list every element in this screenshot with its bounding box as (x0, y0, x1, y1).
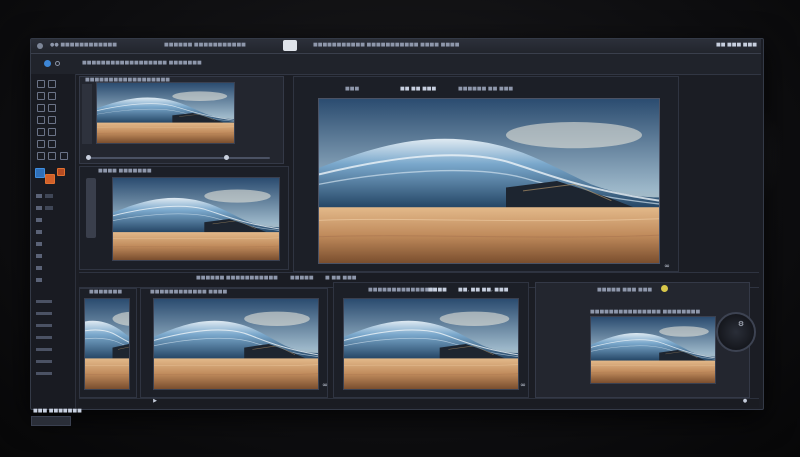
bottom-header-3: ■■■■■■■■■■■■■■ (368, 287, 435, 293)
bottom-panel-4-badge[interactable] (661, 285, 668, 292)
bottom-thumb-2-link-icon[interactable]: ∞ (320, 381, 330, 389)
bottom-header-1: ■■■■■■■ (89, 289, 123, 295)
tool-crop-icon[interactable] (48, 92, 56, 100)
window-title-center: ■■■■■■ ■■■■■■■■■■■ (164, 42, 246, 48)
bottom-header-2: ■■■■■■■■■■■■ ■■■■ (150, 289, 228, 295)
viewer-label-1: ■■■ (345, 86, 360, 92)
viewer-status: ■ ■■ ■■■ (325, 275, 357, 281)
top-left-slider-knob[interactable] (86, 155, 91, 160)
bottom-thumb-3[interactable] (343, 298, 519, 390)
tool-shape-icon[interactable] (48, 116, 56, 124)
tool-brush-icon[interactable] (37, 104, 45, 112)
mid-left-preview-image[interactable] (112, 177, 280, 261)
blue-dot-icon[interactable] (44, 60, 51, 67)
app-logo-icon (37, 43, 43, 49)
palette-rows (33, 190, 73, 400)
status-dot-icon[interactable]: ● (740, 397, 750, 405)
dial-knob[interactable] (716, 312, 756, 352)
viewer-label-2: ■■ ■■ ■■■ (400, 86, 437, 92)
bottom-header-3c: ■■, ■■ ■■, ■■■ (458, 287, 509, 293)
top-left-slider-knob-2[interactable] (224, 155, 229, 160)
tool-background-color[interactable] (45, 174, 55, 184)
status-bar (79, 398, 759, 407)
tool-foreground-color[interactable] (35, 168, 45, 178)
bottom-thumb-1[interactable] (84, 298, 130, 390)
bottom-header-5: ■■■■■■■■■■■■■■■ ■■■■■■■■ (590, 309, 701, 315)
window-title-toggle[interactable] (283, 40, 297, 51)
window-title-right: ■■■■■■■■■■■ ■■■■■■■■■■■ ■■■■ ■■■■ (313, 42, 460, 48)
tool-pen-icon[interactable] (37, 128, 45, 136)
tool-hand-icon[interactable] (37, 140, 45, 148)
timeline-label-2: ■■■■■ (290, 275, 314, 281)
bottom-thumb-2[interactable] (153, 298, 319, 390)
timeline-label-1: ■■■■■■ ■■■■■■■■■■■ (196, 275, 278, 281)
palette-footer: ■■■ ■■■■■■■ (33, 408, 82, 414)
menu-dot-icon[interactable] (55, 61, 60, 66)
main-viewer-image[interactable] (318, 98, 660, 264)
tool-text-icon[interactable] (37, 116, 45, 124)
top-left-slider[interactable] (90, 157, 270, 159)
mid-left-panel-header: ■■■■ ■■■■■■■ (98, 168, 152, 174)
tool-eyedropper-icon[interactable] (48, 140, 56, 148)
bottom-header-3b: ■■■■ (428, 287, 447, 293)
tool-clone-icon[interactable] (48, 152, 56, 160)
top-left-preview-image[interactable] (96, 82, 235, 144)
menu-left-label[interactable]: ■■■■■■■■■■■■■■■■■■ ■■■■■■■ (82, 60, 202, 67)
viewer-label-3: ■■■■■■ ■■ ■■■ (458, 86, 514, 92)
window-title-left: ●● ■■■■■■■■■■■■ (50, 42, 118, 48)
tool-select-icon[interactable] (37, 80, 45, 88)
tool-lasso-icon[interactable] (37, 92, 45, 100)
bottom-thumb-3-link-icon[interactable]: ∞ (518, 381, 528, 389)
tool-zoom-icon[interactable] (48, 128, 56, 136)
top-left-side-bar (82, 84, 92, 144)
tool-eraser-icon[interactable] (48, 104, 56, 112)
mid-left-vertical-bar[interactable] (86, 178, 96, 238)
palette-footer-bar (31, 416, 71, 426)
dial-gear-icon: ⚙ (737, 320, 745, 328)
status-play-icon[interactable]: ▶ (150, 397, 160, 405)
bottom-header-4: ■■■■■ ■■■ ■■■ (597, 287, 653, 293)
bottom-thumb-4[interactable] (590, 316, 716, 384)
tool-heal-icon[interactable] (60, 152, 68, 160)
viewer-link-icon[interactable]: ∞ (662, 262, 672, 270)
tool-move-icon[interactable] (48, 80, 56, 88)
tool-quickmask-icon[interactable] (57, 168, 65, 176)
tool-gradient-icon[interactable] (37, 152, 45, 160)
